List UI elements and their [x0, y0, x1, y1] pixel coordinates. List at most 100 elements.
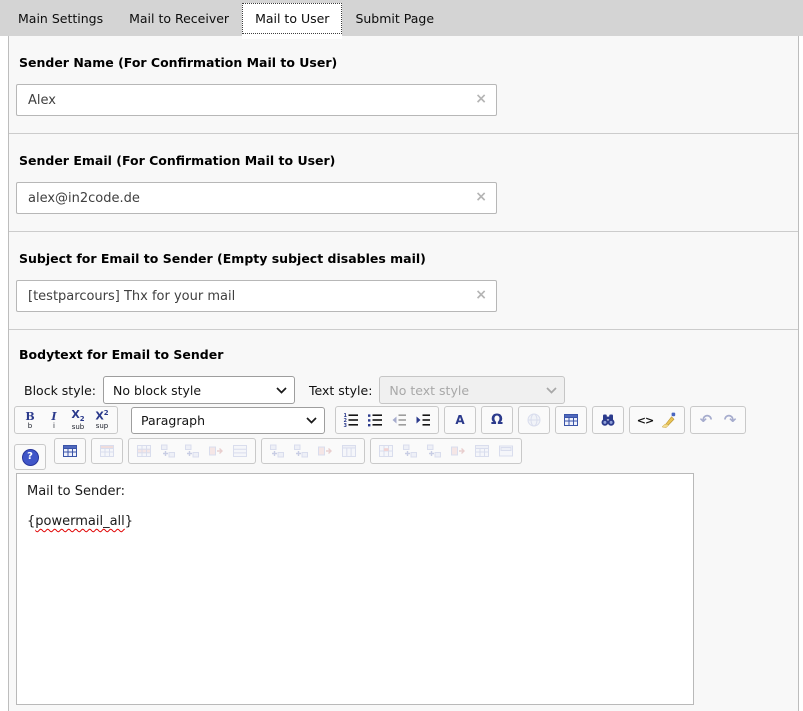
table-properties-icon	[99, 443, 115, 459]
outdent-icon	[391, 412, 407, 428]
sender-name-input[interactable]	[16, 84, 497, 116]
cleanup-button[interactable]	[657, 409, 681, 431]
subscript-icon: X2sub	[71, 409, 84, 431]
italic-icon: Ii	[51, 411, 56, 430]
column-split-button	[337, 440, 361, 462]
toolbar-button-group	[261, 438, 365, 464]
cell-delete-button	[446, 440, 470, 462]
bold-button[interactable]: Bb	[18, 409, 42, 431]
column-insert-before-button	[265, 440, 289, 462]
ordered-list-icon: 123	[343, 412, 359, 428]
toolbar-button-group	[518, 406, 550, 434]
tab-bar: Main Settings Mail to Receiver Mail to U…	[0, 0, 803, 36]
cell-split-button	[494, 440, 518, 462]
rte-toolbar-row2: ?	[14, 444, 51, 470]
toolbar-button-group	[128, 438, 256, 464]
clear-input-icon[interactable]: ×	[475, 92, 487, 106]
help-icon: ?	[22, 449, 39, 466]
column-insert-after-icon	[293, 443, 309, 459]
cell-properties-button	[374, 440, 398, 462]
subscript-button[interactable]: X2sub	[66, 409, 90, 431]
toolbar-button-group	[54, 438, 86, 464]
column-delete-button	[313, 440, 337, 462]
text-style-select[interactable]: No text style	[379, 376, 565, 404]
row-insert-under-icon	[184, 443, 200, 459]
bodytext-label: Bodytext for Email to Sender	[19, 347, 790, 362]
unordered-list-button[interactable]	[363, 409, 387, 431]
column-split-icon	[341, 443, 357, 459]
toolbar-button-group: ?	[14, 444, 46, 470]
undo-button: ↶	[694, 409, 718, 431]
chevron-down-icon	[546, 387, 557, 394]
insert-table-button[interactable]	[559, 409, 583, 431]
tab-mail-to-user[interactable]: Mail to User	[242, 3, 342, 34]
row-delete-button	[204, 440, 228, 462]
cell-properties-icon	[378, 443, 394, 459]
bold-icon: Bb	[25, 411, 34, 430]
table-insert-button[interactable]	[58, 440, 82, 462]
tab-submit-page[interactable]: Submit Page	[342, 3, 447, 34]
insert-image-icon	[526, 412, 542, 428]
cell-insert-before-icon	[402, 443, 418, 459]
svg-text:3: 3	[344, 423, 348, 428]
rte-toolbar-row3	[54, 438, 527, 464]
row-properties-button	[132, 440, 156, 462]
field-bodytext: Bodytext for Email to Sender Block style…	[9, 330, 798, 705]
indent-button[interactable]	[411, 409, 435, 431]
cell-split-icon	[498, 443, 514, 459]
redo-icon: ↷	[724, 413, 737, 428]
ordered-list-button[interactable]: 123	[339, 409, 363, 431]
block-style-label: Block style:	[24, 383, 96, 398]
indent-icon	[415, 412, 431, 428]
paragraph-format-value: Paragraph	[141, 413, 205, 428]
cell-merge-button	[470, 440, 494, 462]
find-replace-icon	[600, 412, 616, 428]
cleanup-icon	[661, 412, 677, 428]
rte-editor-area[interactable]: Mail to Sender: {powermail_all}	[16, 473, 694, 705]
sender-name-label: Sender Name (For Confirmation Mail to Us…	[19, 55, 790, 70]
cell-delete-icon	[450, 443, 466, 459]
clear-input-icon[interactable]: ×	[475, 288, 487, 302]
subject-input-wrap: ×	[16, 280, 497, 312]
tab-content-panel: Sender Name (For Confirmation Mail to Us…	[8, 36, 799, 711]
cell-merge-icon	[474, 443, 490, 459]
text-color-button[interactable]: A	[448, 409, 472, 431]
toolbar-button-group: Ω	[481, 406, 513, 434]
insert-image-button	[522, 409, 546, 431]
view-source-button[interactable]: <>	[633, 409, 657, 431]
toolbar-button-group	[555, 406, 587, 434]
undo-icon: ↶	[700, 413, 713, 428]
tab-main-settings[interactable]: Main Settings	[5, 3, 116, 34]
tab-mail-to-receiver[interactable]: Mail to Receiver	[116, 3, 242, 34]
sender-email-input[interactable]	[16, 182, 497, 214]
outdent-button	[387, 409, 411, 431]
paragraph-format-select[interactable]: Paragraph	[131, 407, 325, 434]
special-character-button[interactable]: Ω	[485, 409, 509, 431]
block-style-select[interactable]: No block style	[103, 376, 295, 404]
editor-line: Mail to Sender:	[27, 483, 683, 500]
superscript-icon: X2sup	[95, 410, 108, 430]
row-delete-icon	[208, 443, 224, 459]
italic-button[interactable]: Ii	[42, 409, 66, 431]
toolbar-button-group	[370, 438, 522, 464]
subject-input[interactable]	[16, 280, 497, 312]
chevron-down-icon	[306, 417, 317, 424]
find-replace-button[interactable]	[596, 409, 620, 431]
editor-line: {powermail_all}	[27, 513, 683, 530]
column-insert-after-button	[289, 440, 313, 462]
table-insert-icon	[62, 443, 78, 459]
field-subject: Subject for Email to Sender (Empty subje…	[9, 232, 798, 330]
cell-insert-before-button	[398, 440, 422, 462]
rte-style-row: Block style: No block style Text style: …	[24, 376, 790, 404]
field-sender-email: Sender Email (For Confirmation Mail to U…	[9, 134, 798, 232]
row-insert-under-button	[180, 440, 204, 462]
subject-label: Subject for Email to Sender (Empty subje…	[19, 251, 790, 266]
row-properties-icon	[136, 443, 152, 459]
row-insert-above-button	[156, 440, 180, 462]
superscript-button[interactable]: X2sup	[90, 409, 114, 431]
help-button[interactable]: ?	[18, 446, 42, 468]
row-split-button	[228, 440, 252, 462]
sender-name-input-wrap: ×	[16, 84, 497, 116]
toolbar-button-group: 123	[335, 406, 439, 434]
clear-input-icon[interactable]: ×	[475, 190, 487, 204]
